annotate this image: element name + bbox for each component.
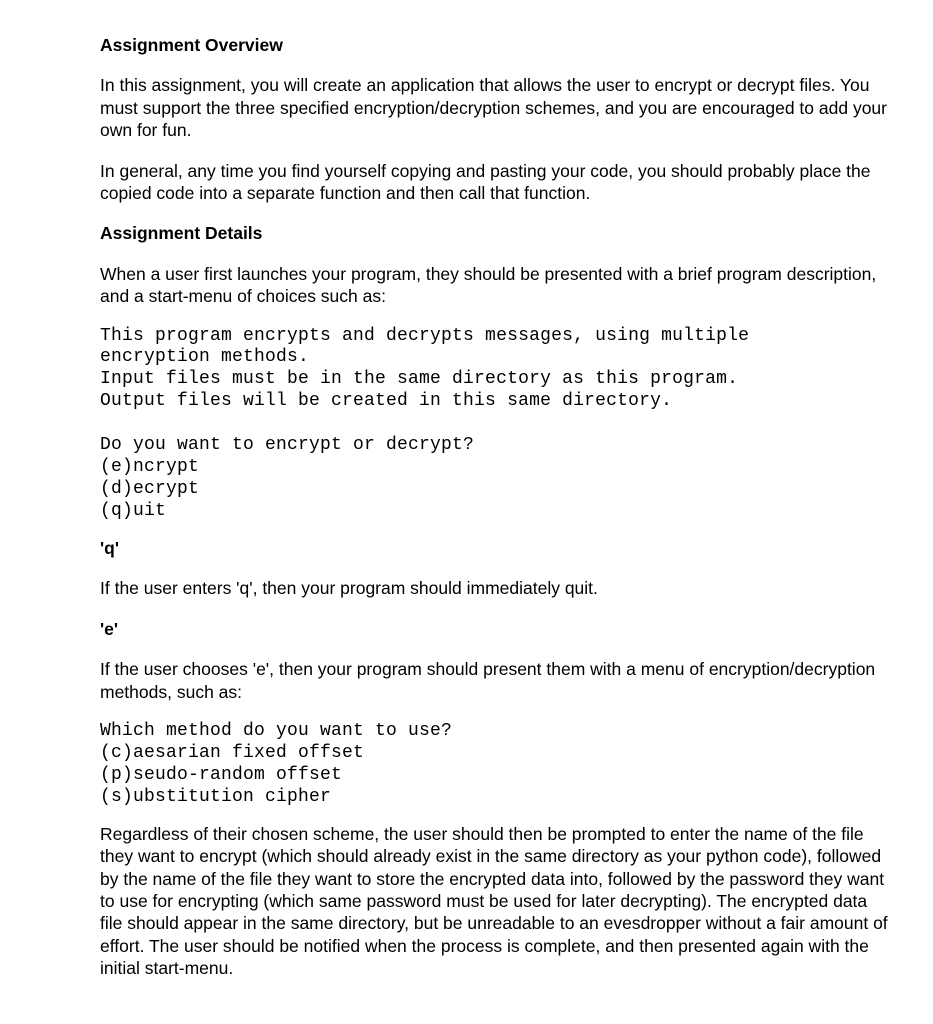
q-option-paragraph: If the user enters 'q', then your progra…	[100, 577, 889, 599]
method-menu-code-block: Which method do you want to use? (c)aesa…	[100, 721, 889, 809]
e-option-heading: 'e'	[100, 618, 889, 640]
details-intro-paragraph: When a user first launches your program,…	[100, 263, 889, 308]
overview-paragraph-2: In general, any time you find yourself c…	[100, 160, 889, 205]
overview-heading: Assignment Overview	[100, 34, 889, 56]
overview-paragraph-1: In this assignment, you will create an a…	[100, 74, 889, 141]
final-paragraph: Regardless of their chosen scheme, the u…	[100, 823, 889, 980]
e-option-paragraph: If the user chooses 'e', then your progr…	[100, 658, 889, 703]
q-option-heading: 'q'	[100, 537, 889, 559]
start-menu-code-block: This program encrypts and decrypts messa…	[100, 326, 889, 524]
details-heading: Assignment Details	[100, 222, 889, 244]
document-page: Assignment Overview In this assignment, …	[0, 0, 933, 1018]
